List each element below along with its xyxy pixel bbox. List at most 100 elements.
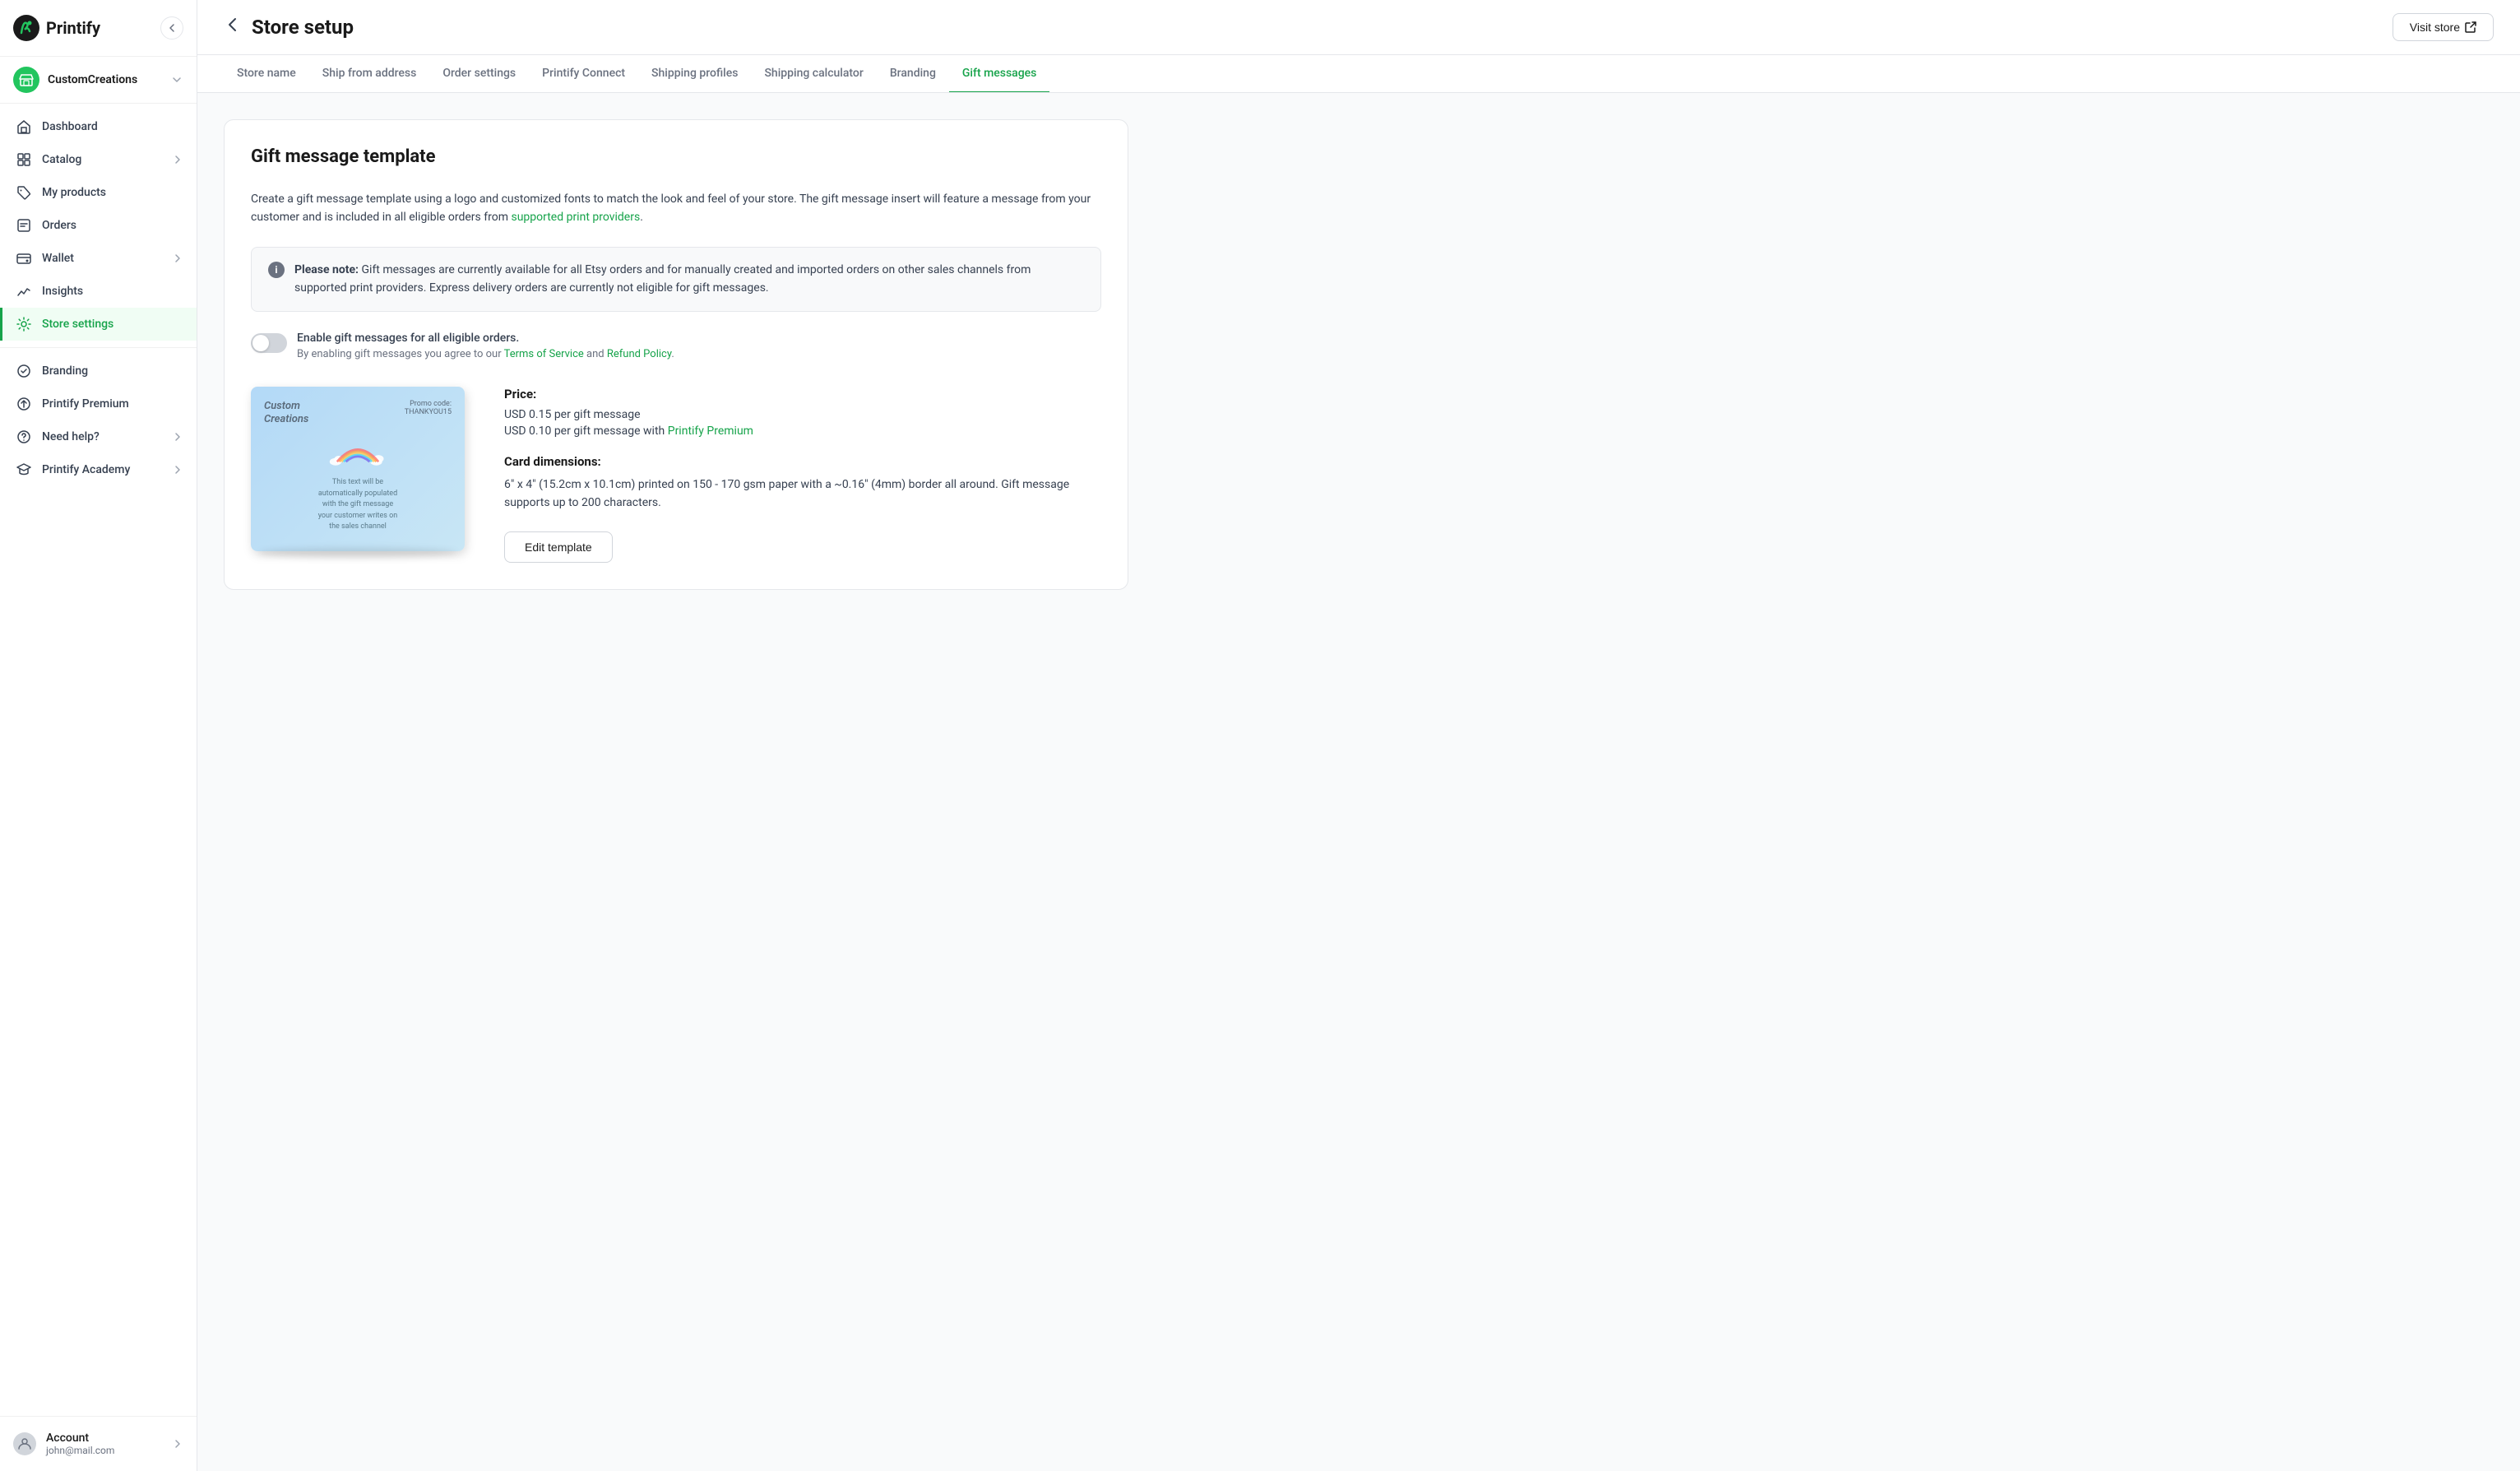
sidebar-item-branding[interactable]: Branding — [0, 355, 197, 387]
description-period: . — [640, 211, 643, 224]
toggle-period: . — [671, 348, 674, 360]
sidebar-item-dashboard[interactable]: Dashboard — [0, 110, 197, 143]
insights-label: Insights — [42, 285, 83, 298]
tab-branding[interactable]: Branding — [877, 55, 949, 93]
tab-shipping-profiles[interactable]: Shipping profiles — [638, 55, 751, 93]
catalog-label: Catalog — [42, 153, 81, 166]
account-chevron-icon — [172, 1438, 183, 1450]
sidebar-item-printify-premium[interactable]: Printify Premium — [0, 387, 197, 420]
tab-printify-connect[interactable]: Printify Connect — [529, 55, 638, 93]
logo: Printify — [13, 15, 100, 41]
sidebar-item-printify-academy[interactable]: Printify Academy — [0, 453, 197, 486]
page-title-row: Store setup — [224, 16, 354, 39]
chevron-down-icon — [170, 73, 183, 86]
gift-card-container: CustomCreations Promo code: THANKYOU15 — [251, 387, 465, 551]
orders-icon — [16, 217, 32, 234]
settings-icon — [16, 316, 32, 332]
external-link-icon — [2465, 21, 2476, 33]
store-settings-label: Store settings — [42, 318, 113, 331]
store-icon — [19, 72, 34, 87]
card-shadow — [259, 548, 456, 558]
visit-store-button[interactable]: Visit store — [2393, 13, 2494, 41]
store-selector-left: CustomCreations — [13, 67, 137, 93]
price-info: Price: USD 0.15 per gift message USD 0.1… — [504, 387, 1101, 564]
my-products-label: My products — [42, 186, 106, 199]
orders-label: Orders — [42, 219, 76, 232]
back-button[interactable] — [224, 16, 242, 39]
tab-ship-from[interactable]: Ship from address — [309, 55, 430, 93]
supported-providers-link[interactable]: supported print providers — [511, 211, 640, 224]
tab-gift-messages[interactable]: Gift messages — [949, 55, 1049, 93]
account-name: Account — [46, 1432, 114, 1445]
printify-premium-label: Printify Premium — [42, 397, 129, 411]
note-body: Gift messages are currently available fo… — [294, 263, 1031, 295]
store-selector[interactable]: CustomCreations — [0, 57, 197, 104]
description-part1: Create a gift message template using a l… — [251, 193, 1091, 224]
note-text: Please note: Gift messages are currently… — [294, 261, 1084, 298]
gift-card-preview: CustomCreations Promo code: THANKYOU15 — [251, 387, 465, 551]
tabs-bar: Store name Ship from address Order setti… — [197, 55, 2520, 93]
academy-chevron-icon — [172, 464, 183, 476]
sidebar-item-wallet[interactable]: Wallet — [0, 242, 197, 275]
wallet-chevron-icon — [172, 253, 183, 264]
sidebar-header: Printify — [0, 0, 197, 57]
sidebar-item-orders[interactable]: Orders — [0, 209, 197, 242]
need-help-label: Need help? — [42, 430, 100, 443]
account-email: john@mail.com — [46, 1445, 114, 1456]
price-line-2: USD 0.10 per gift message with Printify … — [504, 425, 1101, 438]
toggle-row: Enable gift messages for all eligible or… — [251, 332, 1101, 360]
sidebar: Printify CustomCreations — [0, 0, 197, 1471]
wallet-label: Wallet — [42, 252, 74, 265]
toggle-label: Enable gift messages for all eligible or… — [297, 332, 674, 345]
account-item[interactable]: Account john@mail.com — [0, 1423, 197, 1464]
card-promo: Promo code: THANKYOU15 — [405, 400, 452, 416]
sidebar-item-need-help[interactable]: Need help? — [0, 420, 197, 453]
branding-label: Branding — [42, 364, 88, 378]
branding-icon — [16, 363, 32, 379]
nav-section: Dashboard Catalog My products — [0, 104, 197, 1416]
sidebar-divider — [0, 347, 197, 348]
tab-shipping-calculator[interactable]: Shipping calculator — [751, 55, 876, 93]
home-icon — [16, 118, 32, 135]
top-bar: Store setup Visit store — [197, 0, 2520, 55]
gift-messages-toggle[interactable] — [251, 333, 287, 353]
account-avatar — [13, 1432, 36, 1455]
price-heading: Price: — [504, 387, 1101, 401]
rainbow-area — [264, 434, 452, 471]
refund-policy-link[interactable]: Refund Policy — [607, 348, 671, 360]
sidebar-item-store-settings[interactable]: Store settings — [0, 308, 197, 341]
card-message-text: This text will beautomatically populated… — [264, 477, 452, 533]
store-name: CustomCreations — [48, 73, 137, 86]
insights-icon — [16, 283, 32, 299]
user-icon — [18, 1437, 31, 1450]
gift-messages-card: Gift message template Create a gift mess… — [224, 119, 1128, 590]
card-preview-row: CustomCreations Promo code: THANKYOU15 — [251, 387, 1101, 564]
tab-order-settings[interactable]: Order settings — [429, 55, 529, 93]
wallet-icon — [16, 250, 32, 267]
rainbow-svg — [325, 434, 391, 471]
printify-premium-link[interactable]: Printify Premium — [668, 425, 753, 438]
sidebar-item-catalog[interactable]: Catalog — [0, 143, 197, 176]
tab-store-name[interactable]: Store name — [224, 55, 309, 93]
sidebar-item-my-products[interactable]: My products — [0, 176, 197, 209]
description-text: Create a gift message template using a l… — [251, 190, 1101, 227]
card-store-name: CustomCreations — [264, 400, 330, 428]
price-line-1: USD 0.15 per gift message — [504, 408, 1101, 421]
sidebar-item-insights[interactable]: Insights — [0, 275, 197, 308]
note-bold: Please note: — [294, 263, 359, 276]
chevron-left-icon — [166, 22, 178, 34]
page-title: Store setup — [252, 16, 354, 39]
catalog-icon — [16, 151, 32, 168]
academy-icon — [16, 462, 32, 478]
printify-academy-label: Printify Academy — [42, 463, 130, 476]
note-box: i Please note: Gift messages are current… — [251, 247, 1101, 312]
main-content: Store setup Visit store Store name Ship … — [197, 0, 2520, 1471]
collapse-sidebar-button[interactable] — [160, 16, 183, 39]
section-title: Gift message template — [251, 146, 1101, 167]
need-help-chevron-icon — [172, 431, 183, 443]
tos-link[interactable]: Terms of Service — [504, 348, 584, 360]
dimensions-heading: Card dimensions: — [504, 454, 1101, 469]
tag-icon — [16, 184, 32, 201]
help-icon — [16, 429, 32, 445]
edit-template-button[interactable]: Edit template — [504, 531, 613, 563]
